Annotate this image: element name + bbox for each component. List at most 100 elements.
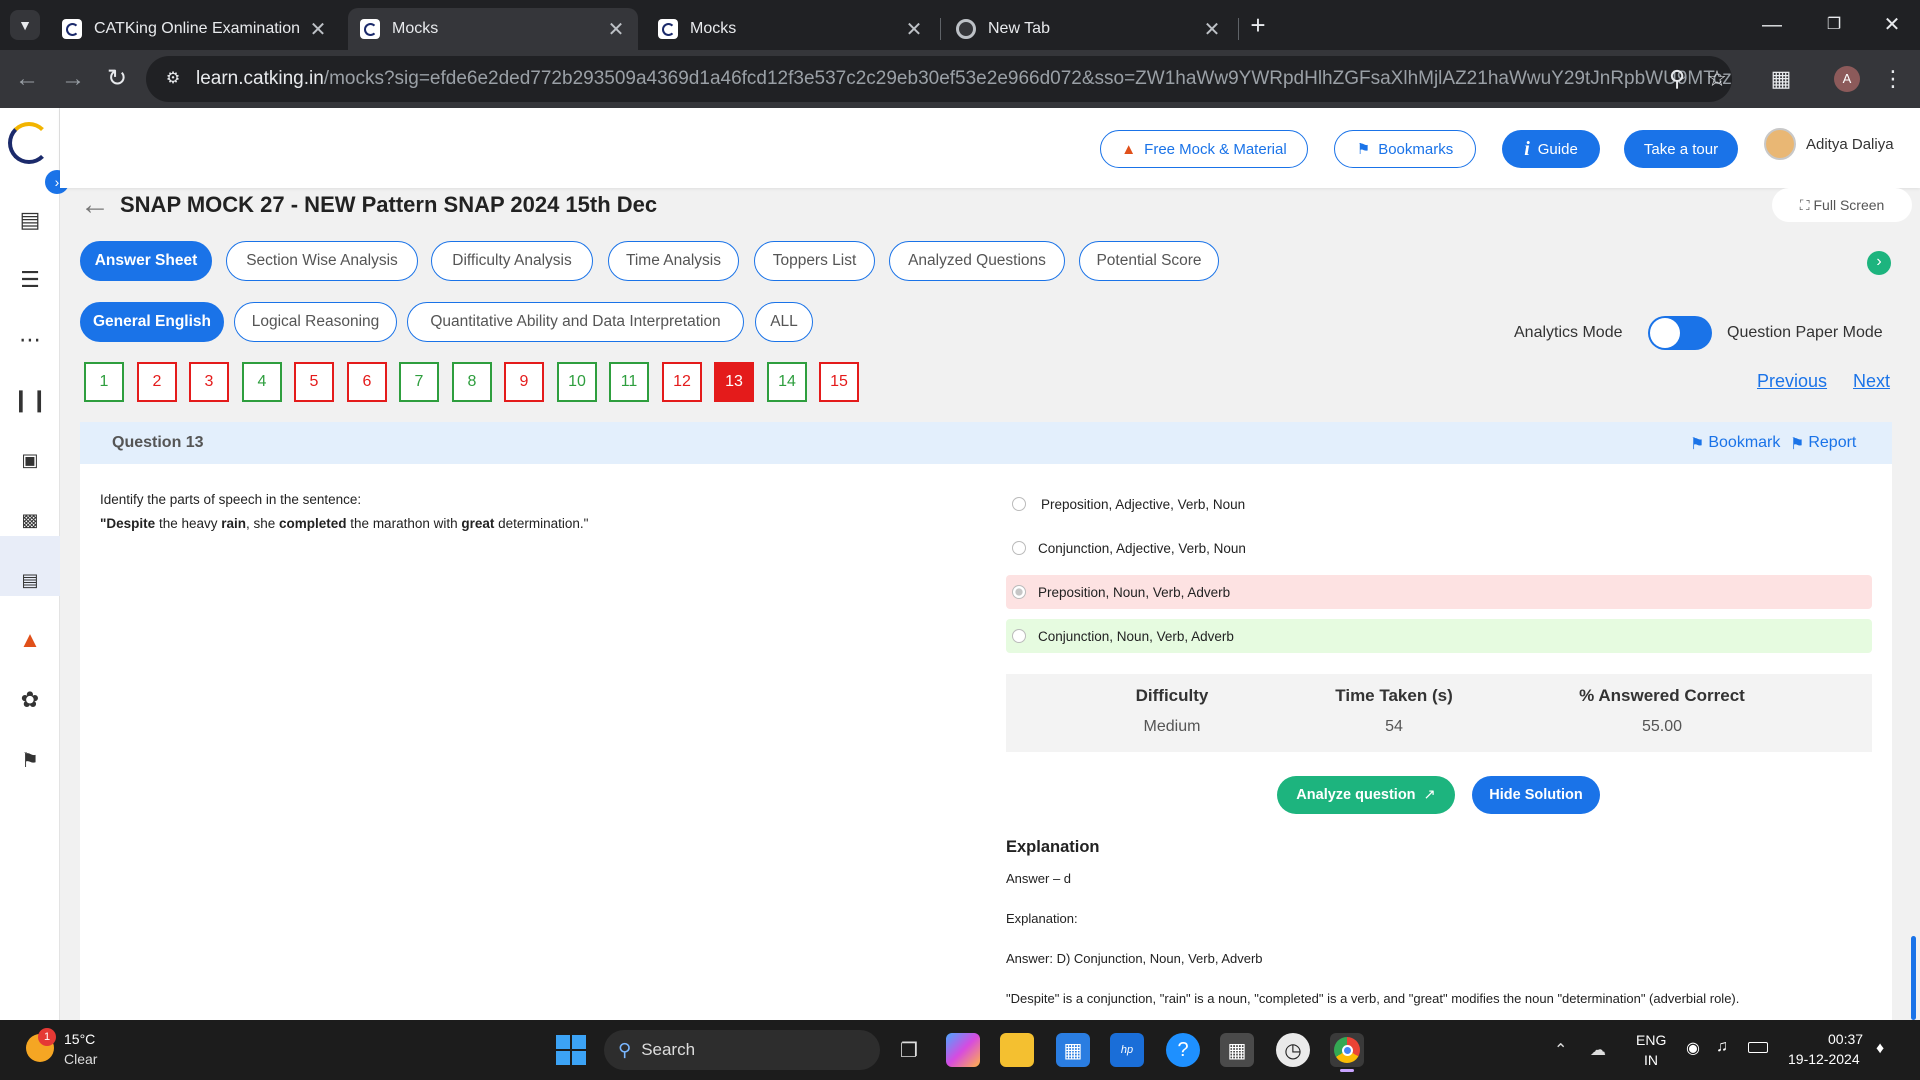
option-c[interactable]: Preposition, Noun, Verb, Adverb — [1006, 575, 1872, 609]
brain-icon[interactable]: ✿ — [16, 686, 44, 714]
tab-section-wise-analysis[interactable]: Section Wise Analysis — [226, 241, 418, 281]
option-radio-selected[interactable] — [1012, 585, 1026, 599]
question-number-13[interactable]: 13 — [714, 362, 754, 402]
mode-toggle[interactable] — [1648, 316, 1712, 350]
option-b[interactable]: Conjunction, Adjective, Verb, Noun — [1006, 531, 1872, 565]
browser-tab-catking-exam[interactable]: CATKing Online Examination Pla ✕ — [50, 8, 340, 50]
bookmark-star-icon[interactable]: ☆ — [1702, 64, 1732, 94]
bookmark-question-button[interactable]: ⚑ Bookmark — [1690, 434, 1780, 454]
notes-icon[interactable]: ▤ — [16, 566, 44, 594]
myhp-icon[interactable]: hp — [1110, 1033, 1144, 1067]
section-quant-di[interactable]: Quantitative Ability and Data Interpreta… — [407, 302, 744, 342]
option-radio[interactable] — [1012, 541, 1026, 555]
section-general-english[interactable]: General English — [80, 302, 224, 342]
previous-link[interactable]: Previous — [1757, 371, 1827, 392]
wifi-icon[interactable]: ◉ — [1686, 1038, 1700, 1058]
question-number-14[interactable]: 14 — [767, 362, 807, 402]
windows-start-icon[interactable] — [556, 1035, 586, 1065]
catking-logo[interactable] — [8, 122, 50, 164]
show-hidden-icons[interactable]: ⌃ — [1554, 1040, 1567, 1060]
tab-time-analysis[interactable]: Time Analysis — [608, 241, 739, 281]
guide-button[interactable]: i Guide — [1502, 130, 1600, 168]
hide-solution-button[interactable]: Hide Solution — [1472, 776, 1600, 814]
report-question-button[interactable]: ⚑ Report — [1790, 434, 1856, 454]
tab-answer-sheet[interactable]: Answer Sheet — [80, 241, 212, 281]
option-a[interactable]: Preposition, Adjective, Verb, Noun — [1006, 487, 1872, 521]
close-window-icon[interactable]: ✕ — [1872, 10, 1912, 40]
question-number-5[interactable]: 5 — [294, 362, 334, 402]
question-number-9[interactable]: 9 — [504, 362, 544, 402]
clock-time[interactable]: 00:37 — [1828, 1031, 1863, 1047]
language-top[interactable]: ENG — [1636, 1032, 1666, 1048]
next-link[interactable]: Next — [1853, 371, 1890, 392]
weather-temp[interactable]: 15°C — [64, 1031, 95, 1047]
section-logical-reasoning[interactable]: Logical Reasoning — [234, 302, 397, 342]
option-radio[interactable] — [1012, 629, 1026, 643]
tab-analyzed-questions[interactable]: Analyzed Questions — [889, 241, 1065, 281]
mocks-icon[interactable]: ▣ — [16, 446, 44, 474]
browser-tab-mocks-active[interactable]: Mocks ✕ — [348, 8, 638, 50]
question-number-3[interactable]: 3 — [189, 362, 229, 402]
diya-icon[interactable]: ▲ — [16, 626, 44, 654]
new-tab-button[interactable]: + — [1238, 10, 1278, 40]
address-bar[interactable]: learn.catking.in/mocks?sig=efde6e2ded772… — [146, 56, 1732, 102]
zoom-icon[interactable]: ⚲ — [1662, 64, 1692, 94]
close-tab-icon[interactable]: ✕ — [308, 17, 328, 42]
minimize-icon[interactable]: — — [1752, 10, 1792, 40]
menu-icon[interactable]: ⋮ — [1878, 64, 1908, 94]
question-number-6[interactable]: 6 — [347, 362, 387, 402]
battery-icon[interactable] — [1748, 1042, 1768, 1053]
list-icon[interactable]: ☰ — [16, 266, 44, 294]
clock-date[interactable]: 19-12-2024 — [1788, 1051, 1860, 1067]
browser-tab-mocks[interactable]: Mocks ✕ — [646, 8, 936, 50]
option-d[interactable]: Conjunction, Noun, Verb, Adverb — [1006, 619, 1872, 653]
profile-avatar[interactable]: A — [1834, 66, 1860, 92]
section-all[interactable]: ALL — [755, 302, 813, 342]
bookmark-icon[interactable]: ⚑ — [16, 746, 44, 774]
close-tab-icon[interactable]: ✕ — [904, 17, 924, 42]
task-view-icon[interactable]: ❐ — [892, 1033, 926, 1067]
close-tab-icon[interactable]: ✕ — [606, 17, 626, 42]
question-number-12[interactable]: 12 — [662, 362, 702, 402]
copilot-icon[interactable] — [946, 1033, 980, 1067]
question-number-15[interactable]: 15 — [819, 362, 859, 402]
tab-toppers-list[interactable]: Toppers List — [754, 241, 875, 281]
close-tab-icon[interactable]: ✕ — [1202, 17, 1222, 42]
question-number-4[interactable]: 4 — [242, 362, 282, 402]
help-icon[interactable]: ? — [1166, 1033, 1200, 1067]
store-icon[interactable]: ▦ — [1056, 1033, 1090, 1067]
forward-icon[interactable]: → — [56, 62, 90, 96]
question-number-8[interactable]: 8 — [452, 362, 492, 402]
extensions-icon[interactable]: ▦ — [1766, 64, 1796, 94]
volume-icon[interactable]: ♫ — [1716, 1038, 1728, 1056]
clock-icon[interactable]: ◷ — [1276, 1033, 1310, 1067]
restore-icon[interactable]: ❐ — [1814, 10, 1854, 40]
browser-tab-new-tab[interactable]: New Tab ✕ — [944, 8, 1234, 50]
tab-search-button[interactable]: ▼ — [10, 10, 40, 40]
onedrive-icon[interactable]: ☁ — [1590, 1040, 1606, 1060]
user-avatar[interactable] — [1764, 128, 1796, 160]
free-mock-button[interactable]: ▲ Free Mock & Material — [1100, 130, 1308, 168]
tab-potential-score[interactable]: Potential Score — [1079, 241, 1219, 281]
calculator-icon[interactable]: ▦ — [1220, 1033, 1254, 1067]
bookmarks-button[interactable]: ⚑ Bookmarks — [1334, 130, 1476, 168]
take-tour-button[interactable]: Take a tour — [1624, 130, 1738, 168]
more-icon[interactable]: ⋯ — [16, 326, 44, 354]
user-name[interactable]: Aditya Daliya — [1806, 136, 1894, 153]
back-icon[interactable]: ← — [10, 62, 44, 96]
question-number-10[interactable]: 10 — [557, 362, 597, 402]
full-screen-button[interactable]: ⛶ Full Screen — [1772, 188, 1912, 222]
file-explorer-icon[interactable] — [1000, 1033, 1034, 1067]
analyze-question-button[interactable]: Analyze question ↗ — [1277, 776, 1455, 814]
question-number-2[interactable]: 2 — [137, 362, 177, 402]
notification-bell-icon[interactable]: ♦ — [1876, 1040, 1884, 1058]
tab-difficulty-analysis[interactable]: Difficulty Analysis — [431, 241, 593, 281]
dashboard-icon[interactable]: ▤ — [16, 206, 44, 234]
question-number-1[interactable]: 1 — [84, 362, 124, 402]
option-radio[interactable] — [1012, 497, 1026, 511]
page-scrollbar[interactable] — [1911, 936, 1916, 1020]
chrome-icon[interactable] — [1330, 1033, 1364, 1067]
site-info-icon[interactable]: ⚙ — [160, 66, 186, 92]
library-icon[interactable]: ❙❙ — [12, 386, 49, 414]
reload-icon[interactable]: ↻ — [100, 62, 134, 96]
